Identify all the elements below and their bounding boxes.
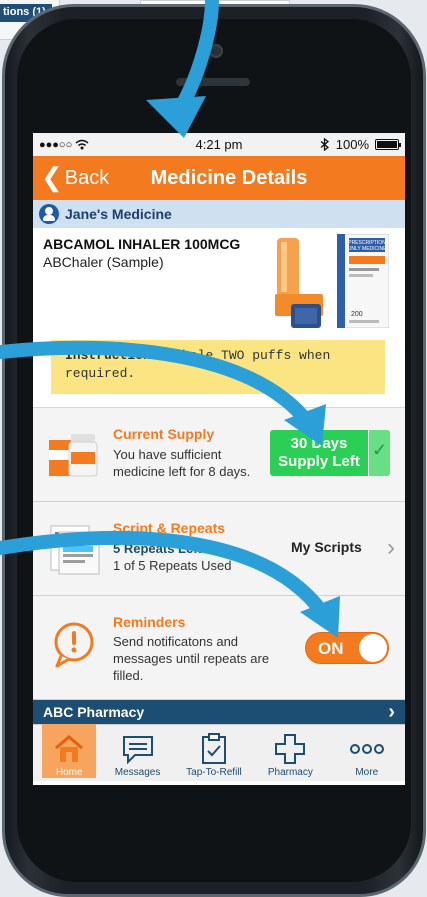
reminders-toggle[interactable]: ON bbox=[305, 632, 389, 664]
pharmacy-name: ABC Pharmacy bbox=[43, 704, 145, 720]
my-scripts-link[interactable]: My Scripts bbox=[291, 539, 362, 555]
more-icon bbox=[349, 731, 385, 767]
profile-icon bbox=[39, 204, 59, 224]
instruction-label: Instruction: bbox=[65, 348, 159, 363]
tab-messages-label: Messages bbox=[114, 767, 161, 778]
supply-title: Current Supply bbox=[113, 426, 215, 442]
box-count: 200 bbox=[351, 311, 363, 318]
phone-screen: ●●●○○ 4:21 pm 100% ❮ Back Medicine Detai… bbox=[33, 133, 405, 785]
supply-left-label: 30 Days Supply Left bbox=[270, 430, 368, 476]
tab-refill-label: Tap-To-Refill bbox=[186, 767, 242, 778]
reminders-text-1: Send notificatons and bbox=[113, 634, 239, 649]
tab-home[interactable]: Home bbox=[42, 724, 97, 778]
patient-name: Jane's Medicine bbox=[65, 206, 172, 222]
supply-left-line2: Supply Left bbox=[278, 453, 360, 470]
refill-icon bbox=[199, 731, 229, 767]
status-time: 4:21 pm bbox=[195, 137, 243, 152]
tab-pharmacy[interactable]: Pharmacy bbox=[255, 731, 325, 778]
alert-icon bbox=[54, 622, 94, 668]
scripts-row[interactable]: Script & Repeats 5 Repeats Left 1 of 5 R… bbox=[33, 502, 405, 596]
tab-refill[interactable]: Tap-To-Refill bbox=[179, 731, 249, 778]
tab-bar: Home Messages Tap-To-Refill Pharmacy Mor… bbox=[33, 724, 405, 781]
medicine-bottle-icon bbox=[49, 434, 98, 477]
medicine-name: ABCAMOL INHALER 100MCG bbox=[43, 236, 241, 252]
status-bar: ●●●○○ 4:21 pm 100% bbox=[33, 133, 405, 156]
repeats-used: 1 of 5 Repeats Used bbox=[113, 558, 232, 573]
back-button[interactable]: ❮ Back bbox=[41, 161, 110, 192]
supply-left-button[interactable]: 30 Days Supply Left ✓ bbox=[270, 430, 390, 476]
pharmacy-cross-icon bbox=[274, 731, 306, 767]
patient-bar[interactable]: Jane's Medicine bbox=[33, 200, 405, 228]
toggle-knob bbox=[359, 634, 387, 662]
medicine-info: ABCAMOL INHALER 100MCG ABChaler (Sample)… bbox=[33, 228, 405, 408]
tab-more-label: More bbox=[355, 767, 379, 778]
reminders-text-3: filled. bbox=[113, 668, 144, 683]
reminders-title: Reminders bbox=[113, 614, 186, 630]
box-label-2: ONLY MEDICINE bbox=[348, 246, 388, 252]
chevron-down-icon[interactable]: ✓ bbox=[368, 430, 390, 476]
current-supply-row: Current Supply You have sufficient medic… bbox=[33, 408, 405, 502]
pharmacy-bar[interactable]: ABC Pharmacy › bbox=[33, 700, 405, 724]
tab-pharmacy-label: Pharmacy bbox=[267, 767, 313, 778]
battery-icon bbox=[375, 139, 401, 150]
tab-home-label: Home bbox=[55, 767, 83, 778]
tab-messages[interactable]: Messages bbox=[103, 731, 173, 778]
tab-more[interactable]: More bbox=[332, 731, 402, 778]
supply-text-2: medicine left for 8 days. bbox=[113, 464, 251, 479]
home-icon bbox=[54, 731, 84, 767]
supply-text-1: You have sufficient bbox=[113, 447, 222, 462]
chevron-right-icon: › bbox=[387, 534, 395, 561]
toggle-on-label: ON bbox=[318, 639, 344, 658]
reminders-row: Reminders Send notificatons and messages… bbox=[33, 596, 405, 700]
instruction-box: Instruction: Inhale TWO puffs when requi… bbox=[51, 340, 385, 394]
reminders-text-2: messages until repeats are bbox=[113, 651, 270, 666]
script-document-icon bbox=[50, 525, 100, 575]
supply-left-line1: 30 Days bbox=[290, 435, 348, 452]
camera-icon bbox=[209, 44, 223, 58]
back-label: Back bbox=[64, 166, 110, 189]
repeats-left: 5 Repeats Left bbox=[113, 541, 202, 556]
medicine-box-image: PRESCRIPTION ONLY MEDICINE 200 bbox=[337, 234, 389, 328]
chevron-right-icon: › bbox=[388, 700, 395, 723]
chevron-left-icon: ❮ bbox=[41, 161, 63, 192]
inhaler-image bbox=[275, 238, 323, 328]
nav-bar: ❮ Back Medicine Details bbox=[33, 156, 405, 200]
scripts-title: Script & Repeats bbox=[113, 520, 226, 536]
medicine-brand: ABChaler (Sample) bbox=[43, 254, 164, 270]
speaker-grille bbox=[176, 78, 250, 86]
messages-icon bbox=[121, 731, 155, 767]
